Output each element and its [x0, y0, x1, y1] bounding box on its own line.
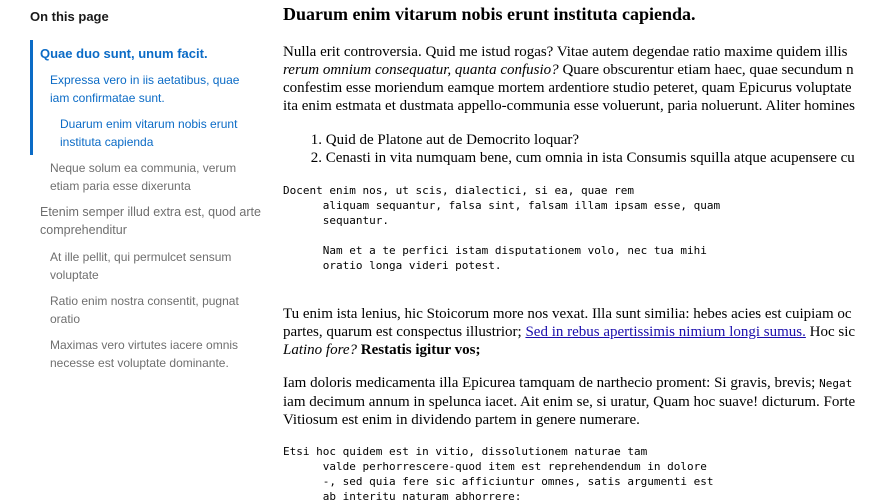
- toc-item-at-ille-pellit[interactable]: At ille pellit, qui permulcet sensum vol…: [50, 248, 231, 284]
- toc-item-label: Etenim semper illud extra est, quod arte: [40, 205, 261, 219]
- list-number: 1.: [310, 132, 322, 148]
- paragraph-2: Tu enim ista lenius, hic Stoicorum more …: [283, 305, 855, 359]
- toc-item-label: instituta capienda: [60, 135, 154, 149]
- emphasis-text: rerum omnium consequatur, quanta confusi…: [283, 62, 559, 78]
- toc-item-label: At ille pellit, qui permulcet sensum: [50, 250, 232, 264]
- toc-item-label: voluptate: [50, 268, 99, 282]
- text-line: Iam doloris medicamenta illa Epicurea ta…: [283, 374, 855, 393]
- inline-link[interactable]: Sed in rebus apertissimis nimium longi s…: [525, 324, 805, 340]
- toc-item-label: oratio: [50, 312, 81, 326]
- toc-item-ratio-enim[interactable]: Ratio enim nostra consentit, pugnat orat…: [50, 292, 239, 328]
- toc-item-label: necesse est voluptate dominante.: [50, 356, 229, 370]
- toc-item-label: Quae duo sunt, unum facit.: [40, 46, 208, 61]
- text-line: iam decimum annum in spelunca iacet. Ait…: [283, 394, 856, 410]
- toc-active-indicator: [30, 40, 33, 155]
- list-number: 2.: [310, 150, 322, 166]
- toc-item-etenim-semper[interactable]: Etenim semper illud extra est, quod arte…: [40, 203, 261, 239]
- text-line: Nulla erit controversia. Quid me istud r…: [283, 44, 848, 60]
- toc-item-label: Ratio enim nostra consentit, pugnat: [50, 294, 239, 308]
- ordered-list: 1. Quid de Platone aut de Democrito loqu…: [283, 131, 855, 167]
- toc-item-label: comprehenditur: [40, 223, 127, 237]
- list-item-text: Quid de Platone aut de Democrito loquar?: [325, 132, 580, 148]
- code-block-2: Etsi hoc quidem est in vitio, dissolutio…: [283, 445, 714, 500]
- toc-item-duarum-enim[interactable]: Duarum enim vitarum nobis erunt institut…: [60, 115, 237, 151]
- toc-item-quae-duo-sunt[interactable]: Quae duo sunt, unum facit.: [40, 45, 208, 63]
- strong-text: Restatis igitur vos;: [360, 342, 481, 358]
- text-line: rerum omnium consequatur, quanta confusi…: [283, 61, 855, 79]
- paragraph-1: Nulla erit controversia. Quid me istud r…: [283, 43, 855, 115]
- text-span: Iam doloris medicamenta illa Epicurea ta…: [283, 375, 820, 391]
- text-span: Hoc sic: [805, 324, 856, 340]
- section-heading: Duarum enim vitarum nobis erunt institut…: [283, 4, 696, 24]
- list-item: 2. Cenasti in vita numquam bene, cum omn…: [283, 149, 855, 167]
- toc-item-label: etiam paria esse dixerunta: [50, 179, 191, 193]
- text-line: Tu enim ista lenius, hic Stoicorum more …: [283, 306, 852, 322]
- text-line: Vitiosum est enim in dividendo partem in…: [283, 412, 640, 428]
- list-item: 1. Quid de Platone aut de Democrito loqu…: [283, 131, 855, 149]
- article-content: Duarum enim vitarum nobis erunt institut…: [283, 0, 889, 500]
- toc-item-label: Neque solum ea communia, verum: [50, 161, 237, 175]
- toc-item-label: iam confirmatae sunt.: [50, 91, 165, 105]
- toc-item-expressa-vero[interactable]: Expressa vero in iis aetatibus, quae iam…: [50, 71, 239, 107]
- toc-title: On this page: [30, 9, 109, 24]
- emphasis-text: Latino fore?: [283, 342, 358, 358]
- list-item-text: Cenasti in vita numquam bene, cum omnia …: [325, 150, 855, 166]
- code-block-1: Docent enim nos, ut scis, dialectici, si…: [283, 184, 721, 272]
- text-line: confestim esse moriendum eamque mortem a…: [283, 80, 852, 96]
- text-span: partes, quarum est conspectus illustrior…: [283, 324, 526, 340]
- text-span: Quare obscurentur etiam haec, quae secun…: [558, 62, 854, 78]
- paragraph-3: Iam doloris medicamenta illa Epicurea ta…: [283, 374, 855, 429]
- toc-item-label: Expressa vero in iis aetatibus, quae: [50, 73, 240, 87]
- toc-item-label: Maximas vero virtutes iacere omnis: [50, 338, 239, 352]
- toc-item-label: Duarum enim vitarum nobis erunt: [60, 117, 238, 131]
- toc-item-neque-solum[interactable]: Neque solum ea communia, verum etiam par…: [50, 159, 236, 195]
- text-line: ita enim estmata et dustmata appello-com…: [283, 98, 855, 114]
- inline-code: Negat: [819, 377, 853, 390]
- toc-item-maximas-vero[interactable]: Maximas vero virtutes iacere omnis neces…: [50, 336, 238, 372]
- text-line: partes, quarum est conspectus illustrior…: [283, 323, 855, 341]
- text-line: Latino fore? Restatis igitur vos;: [283, 341, 855, 359]
